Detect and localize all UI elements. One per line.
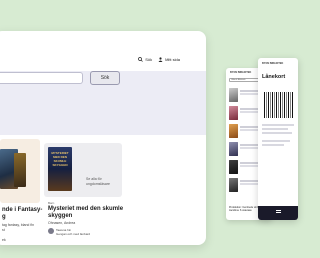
text-line bbox=[262, 132, 292, 134]
search-button[interactable]: Sök bbox=[90, 71, 120, 85]
app-brand: BYOS BIBLIOTEK bbox=[262, 62, 284, 65]
list-item-line bbox=[240, 147, 260, 149]
phone-screen-library-card: BYOS BIBLIOTEK Lånekort bbox=[258, 58, 298, 220]
card-footer: ek bbox=[2, 238, 6, 242]
nav-search-link[interactable]: Sök bbox=[138, 57, 152, 62]
search-icon bbox=[138, 57, 143, 62]
text-line bbox=[262, 124, 294, 126]
text-line bbox=[262, 144, 284, 146]
book-cover-title: MYSTERIET MED DEN SKUMLE SKYGGEN bbox=[51, 151, 69, 167]
book-thumb bbox=[229, 178, 238, 192]
search-input[interactable] bbox=[0, 72, 83, 84]
card-title: nde i Fantasy- bbox=[2, 207, 43, 213]
nav-search-label: Sök bbox=[145, 57, 153, 62]
card-subtitle: tag fantasy, bland fin bbox=[2, 223, 35, 227]
page-title: Lånekort bbox=[262, 74, 286, 80]
card-title[interactable]: Mysteriet med den skumle bbox=[48, 206, 123, 213]
text-line bbox=[262, 140, 290, 142]
nav-account-link[interactable]: Mitt sida bbox=[158, 57, 180, 62]
card-title-line2: g bbox=[2, 214, 6, 220]
desktop-window: Sök Mitt sida Sök nde i Fantasy- g tag f… bbox=[0, 31, 206, 245]
book-thumb bbox=[229, 106, 238, 120]
book-cover bbox=[14, 153, 26, 187]
text-line bbox=[262, 128, 288, 130]
menu-icon[interactable] bbox=[276, 210, 281, 213]
list-item-line bbox=[240, 165, 260, 167]
reviewer-meta: Gengan och med fanbard bbox=[56, 232, 91, 236]
bottom-nav-bar bbox=[258, 206, 298, 220]
app-brand: BYOS BIBLIOTEK bbox=[230, 71, 252, 74]
book-thumb bbox=[229, 124, 238, 138]
avatar bbox=[48, 228, 54, 234]
list-item-line bbox=[240, 111, 260, 113]
nav-account-label: Mitt sida bbox=[165, 57, 180, 62]
card-category: Barn bbox=[48, 201, 55, 205]
book-thumb bbox=[229, 142, 238, 156]
desktop-header: Sök Mitt sida bbox=[0, 31, 206, 71]
desktop-nav: Sök Mitt sida bbox=[138, 57, 180, 62]
card-title-line2[interactable]: skyggen bbox=[48, 213, 72, 220]
see-all-link[interactable]: Se alla för ungdomsläsare bbox=[86, 177, 118, 187]
list-item-line bbox=[240, 183, 260, 185]
card-author: Ohnasen, Andrea bbox=[48, 221, 76, 225]
list-item-line bbox=[240, 93, 260, 95]
book-thumb bbox=[229, 160, 238, 174]
user-icon bbox=[158, 57, 163, 62]
card-subtitle-line2: st bbox=[2, 228, 5, 232]
list-item-line bbox=[240, 129, 260, 131]
book-thumb bbox=[229, 88, 238, 102]
barcode bbox=[264, 92, 294, 118]
